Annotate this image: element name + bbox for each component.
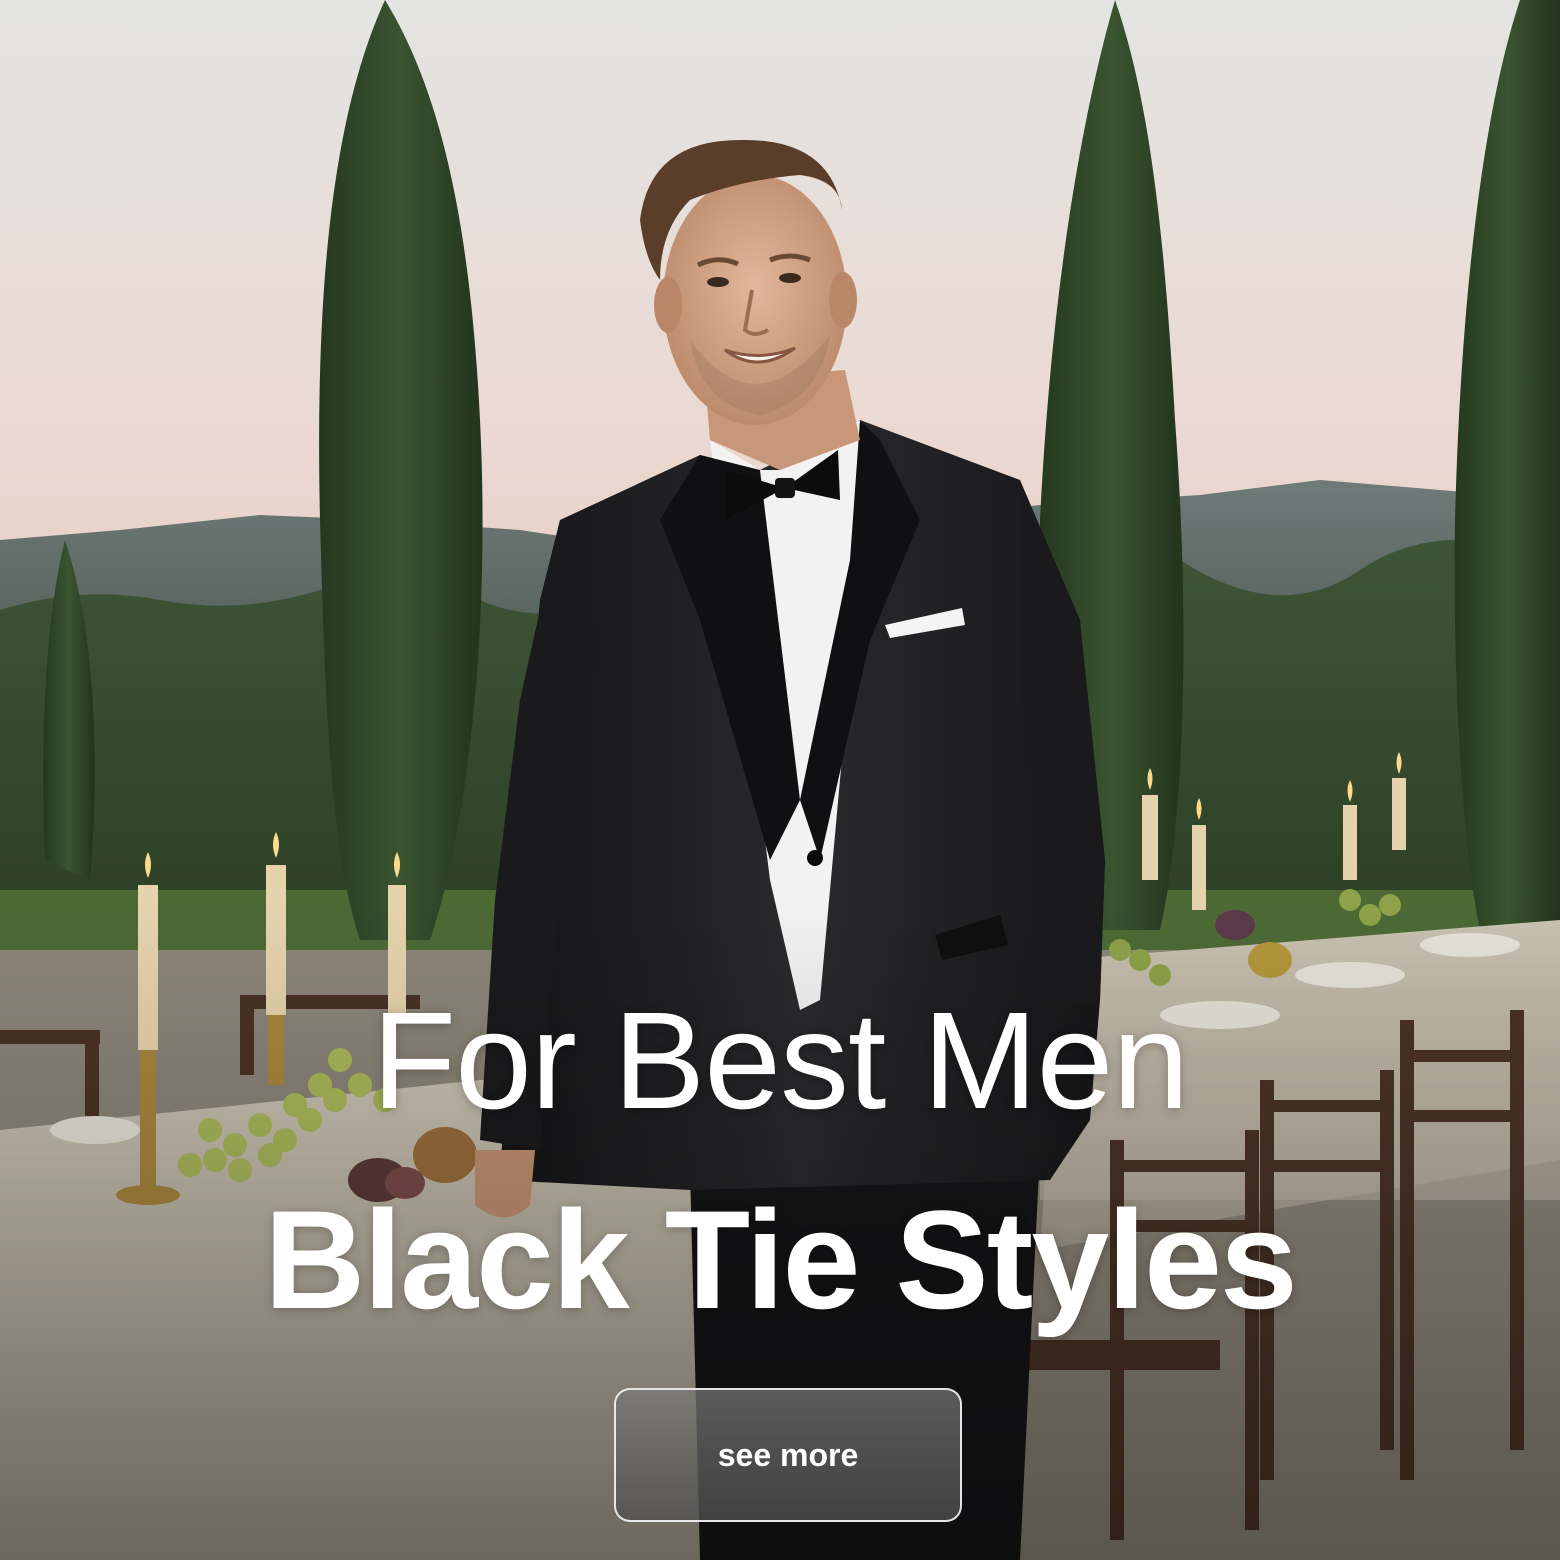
headline-title: Black Tie Styles: [264, 1181, 1298, 1338]
see-more-button[interactable]: see more: [614, 1388, 962, 1522]
hero-banner: For Best Men Black Tie Styles see more: [0, 0, 1560, 1560]
headline-subtitle: For Best Men: [371, 984, 1189, 1138]
see-more-label: see more: [717, 1436, 859, 1473]
